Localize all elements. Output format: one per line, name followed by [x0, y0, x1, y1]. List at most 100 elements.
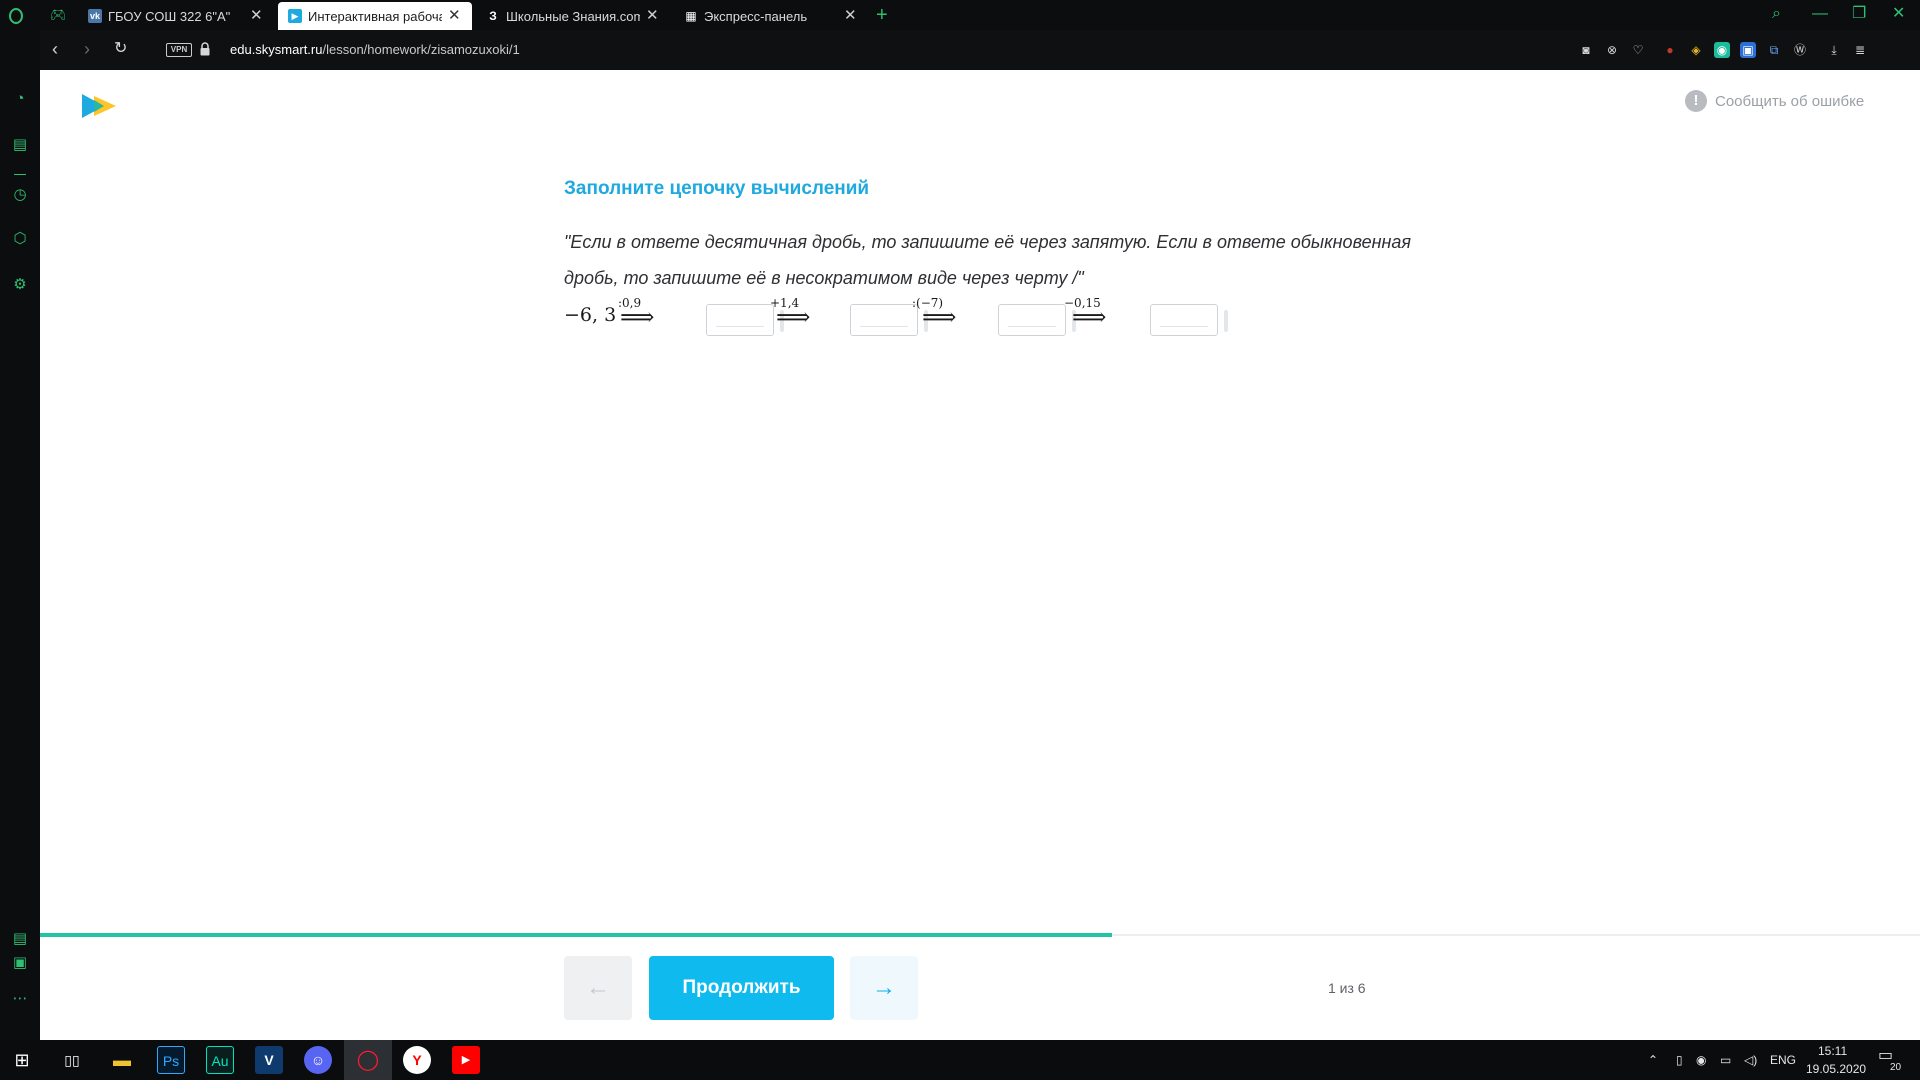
extension-red-icon[interactable]: ●	[1662, 42, 1678, 58]
tab-znanija[interactable]: З Школьные Знания.com - Р ✕	[476, 2, 670, 30]
progress-bar	[40, 933, 1920, 937]
clock-date[interactable]: 19.05.2020	[1806, 1062, 1866, 1076]
lesson-page: ! Сообщить об ошибке Заполните цепочку в…	[40, 70, 1920, 1040]
cube-icon[interactable]: ⬡	[11, 230, 29, 248]
page-counter: 1 из 6	[1328, 980, 1366, 996]
youtube-icon[interactable]: ▶	[452, 1046, 480, 1074]
workspace-icon[interactable]: ▤	[11, 930, 29, 948]
close-window-icon[interactable]: ✕	[1892, 4, 1905, 24]
skysmart-icon: ▶	[288, 9, 302, 23]
input-underline	[1008, 326, 1056, 327]
file-explorer-icon[interactable]: ▬	[108, 1046, 136, 1074]
settings-icon[interactable]: ⚙	[11, 276, 29, 294]
network-icon[interactable]: ▭	[1720, 1052, 1731, 1068]
answer-input-1[interactable]	[706, 304, 774, 336]
answer-input-3[interactable]	[998, 304, 1066, 336]
chevron-up-icon[interactable]: ⌃	[1648, 1052, 1658, 1068]
download-icon[interactable]: ⤓	[1826, 42, 1842, 58]
extension-new-icon[interactable]: ▣	[1740, 42, 1756, 58]
more-icon[interactable]: ⋯	[11, 990, 29, 1008]
back-button[interactable]: ‹	[52, 38, 58, 60]
reload-button[interactable]: ↻	[114, 38, 127, 60]
continue-button[interactable]: Продолжить	[649, 956, 834, 1020]
answer-input-4[interactable]	[1150, 304, 1218, 336]
search-tabs-icon[interactable]: ⌕	[1772, 4, 1781, 24]
opera-sidebar: ◔ ▤ ◷ ⬡ ⚙ ▤ ▣ ⋯	[0, 30, 40, 1040]
vegas-icon[interactable]: V	[255, 1046, 283, 1074]
znanija-icon: З	[489, 9, 497, 23]
address-bar: ‹ › ↻ VPN edu.skysmart.ru/lesson/homewor…	[40, 30, 1920, 70]
task-instructions: "Если в ответе десятичная дробь, то запи…	[564, 232, 1412, 288]
arrow-icon: ⟹	[776, 303, 811, 331]
volume-icon[interactable]: ◁)	[1744, 1052, 1757, 1068]
vpn-badge[interactable]: VPN	[166, 43, 192, 57]
input-underline	[716, 326, 764, 327]
notification-count: 20	[1890, 1062, 1902, 1073]
tab-vk[interactable]: vk ГБОУ СОШ 322 6"А" ✕	[78, 2, 274, 30]
extension-teal-icon[interactable]: ◉	[1714, 42, 1730, 58]
easy-setup-icon[interactable]: ≣	[1852, 42, 1868, 58]
twitch-icon[interactable]: ▤	[11, 136, 29, 154]
exclamation-icon: !	[1685, 90, 1707, 112]
speed-dial-icon: ▦	[685, 9, 697, 23]
close-icon[interactable]: ✕	[448, 8, 462, 23]
tab-label: Экспресс-панель	[704, 8, 808, 24]
arrow-icon: ⟹	[1072, 303, 1107, 331]
tab-label: ГБОУ СОШ 322 6"А"	[108, 8, 231, 24]
windows-start-icon[interactable]: ⊞	[8, 1046, 36, 1074]
lock-icon[interactable]	[200, 42, 210, 56]
photoshop-icon[interactable]: Ps	[157, 1046, 185, 1074]
vk-icon: vk	[88, 9, 102, 23]
discord-icon[interactable]: ☺	[304, 1046, 332, 1074]
drag-handle	[1224, 310, 1228, 332]
answer-input-2[interactable]	[850, 304, 918, 336]
input-underline	[860, 326, 908, 327]
workspace-two-icon[interactable]: ▣	[11, 954, 29, 972]
opera-menu-icon[interactable]	[9, 8, 23, 24]
gamepad-icon[interactable]: 🎮︎	[50, 8, 67, 22]
steam-icon[interactable]: ◉	[1696, 1052, 1706, 1068]
new-tab-button[interactable]: +	[876, 4, 888, 26]
opera-icon[interactable]: ◯	[354, 1046, 382, 1074]
input-underline	[1160, 326, 1208, 327]
tab-skysmart[interactable]: ▶ Интерактивная рабочая т ✕	[278, 2, 472, 30]
report-error-link[interactable]: ! Сообщить об ошибке	[1685, 90, 1864, 112]
yandex-icon[interactable]: Y	[403, 1046, 431, 1074]
minimize-icon[interactable]: —	[1812, 4, 1828, 24]
heart-icon[interactable]: ♡	[1630, 42, 1646, 58]
close-icon[interactable]: ✕	[844, 8, 858, 23]
clock-time[interactable]: 15:11	[1818, 1044, 1847, 1058]
sidebar-divider	[14, 174, 26, 175]
arrow-icon: ⟹	[922, 303, 957, 331]
progress-fill	[40, 933, 1112, 937]
tab-label: Школьные Знания.com - Р	[506, 8, 640, 24]
task-view-icon[interactable]: ▯▯	[58, 1046, 86, 1074]
language-indicator[interactable]: ENG	[1770, 1053, 1796, 1067]
extension-w-icon[interactable]: Ⓦ	[1792, 42, 1808, 58]
browser-tab-strip: 🎮︎ vk ГБОУ СОШ 322 6"А" ✕ ▶ Интерактивна…	[0, 0, 1920, 30]
history-icon[interactable]: ◷	[11, 186, 29, 204]
close-icon[interactable]: ✕	[646, 8, 660, 23]
restore-icon[interactable]: ❐	[1852, 4, 1866, 24]
windows-taskbar: ⊞ ▯▯ ▬ Ps Au V ☺ ◯ Y ▶ ⌃ ▯ ◉ ▭ ◁) ENG 15…	[0, 1040, 1920, 1080]
task-title: Заполните цепочку вычислений	[564, 178, 870, 199]
tab-speed-dial[interactable]: ▦ Экспресс-панель ✕	[674, 2, 868, 30]
arrow-icon: ⟹	[620, 303, 655, 331]
chain-start-value: −6, 3	[564, 304, 617, 326]
next-button[interactable]: →	[850, 956, 918, 1020]
translate-icon[interactable]: ⧉	[1766, 42, 1782, 58]
skysmart-logo[interactable]	[82, 92, 118, 120]
speedometer-icon[interactable]: ◔	[11, 90, 29, 108]
url-path: /lesson/homework/zisamozuxoki/1	[322, 42, 520, 57]
url-field[interactable]: edu.skysmart.ru/lesson/homework/zisamozu…	[230, 42, 520, 57]
tab-label: Интерактивная рабочая т	[308, 8, 442, 24]
close-icon[interactable]: ✕	[250, 8, 264, 23]
battery-icon[interactable]: ▯	[1676, 1052, 1683, 1068]
previous-button[interactable]: ←	[564, 956, 632, 1020]
adblock-icon[interactable]: ⊗	[1604, 42, 1620, 58]
report-error-label: Сообщить об ошибке	[1715, 92, 1865, 110]
camera-icon[interactable]: ◙	[1578, 42, 1594, 58]
extension-yellow-icon[interactable]: ◈	[1688, 42, 1704, 58]
forward-button[interactable]: ›	[84, 38, 90, 60]
audition-icon[interactable]: Au	[206, 1046, 234, 1074]
